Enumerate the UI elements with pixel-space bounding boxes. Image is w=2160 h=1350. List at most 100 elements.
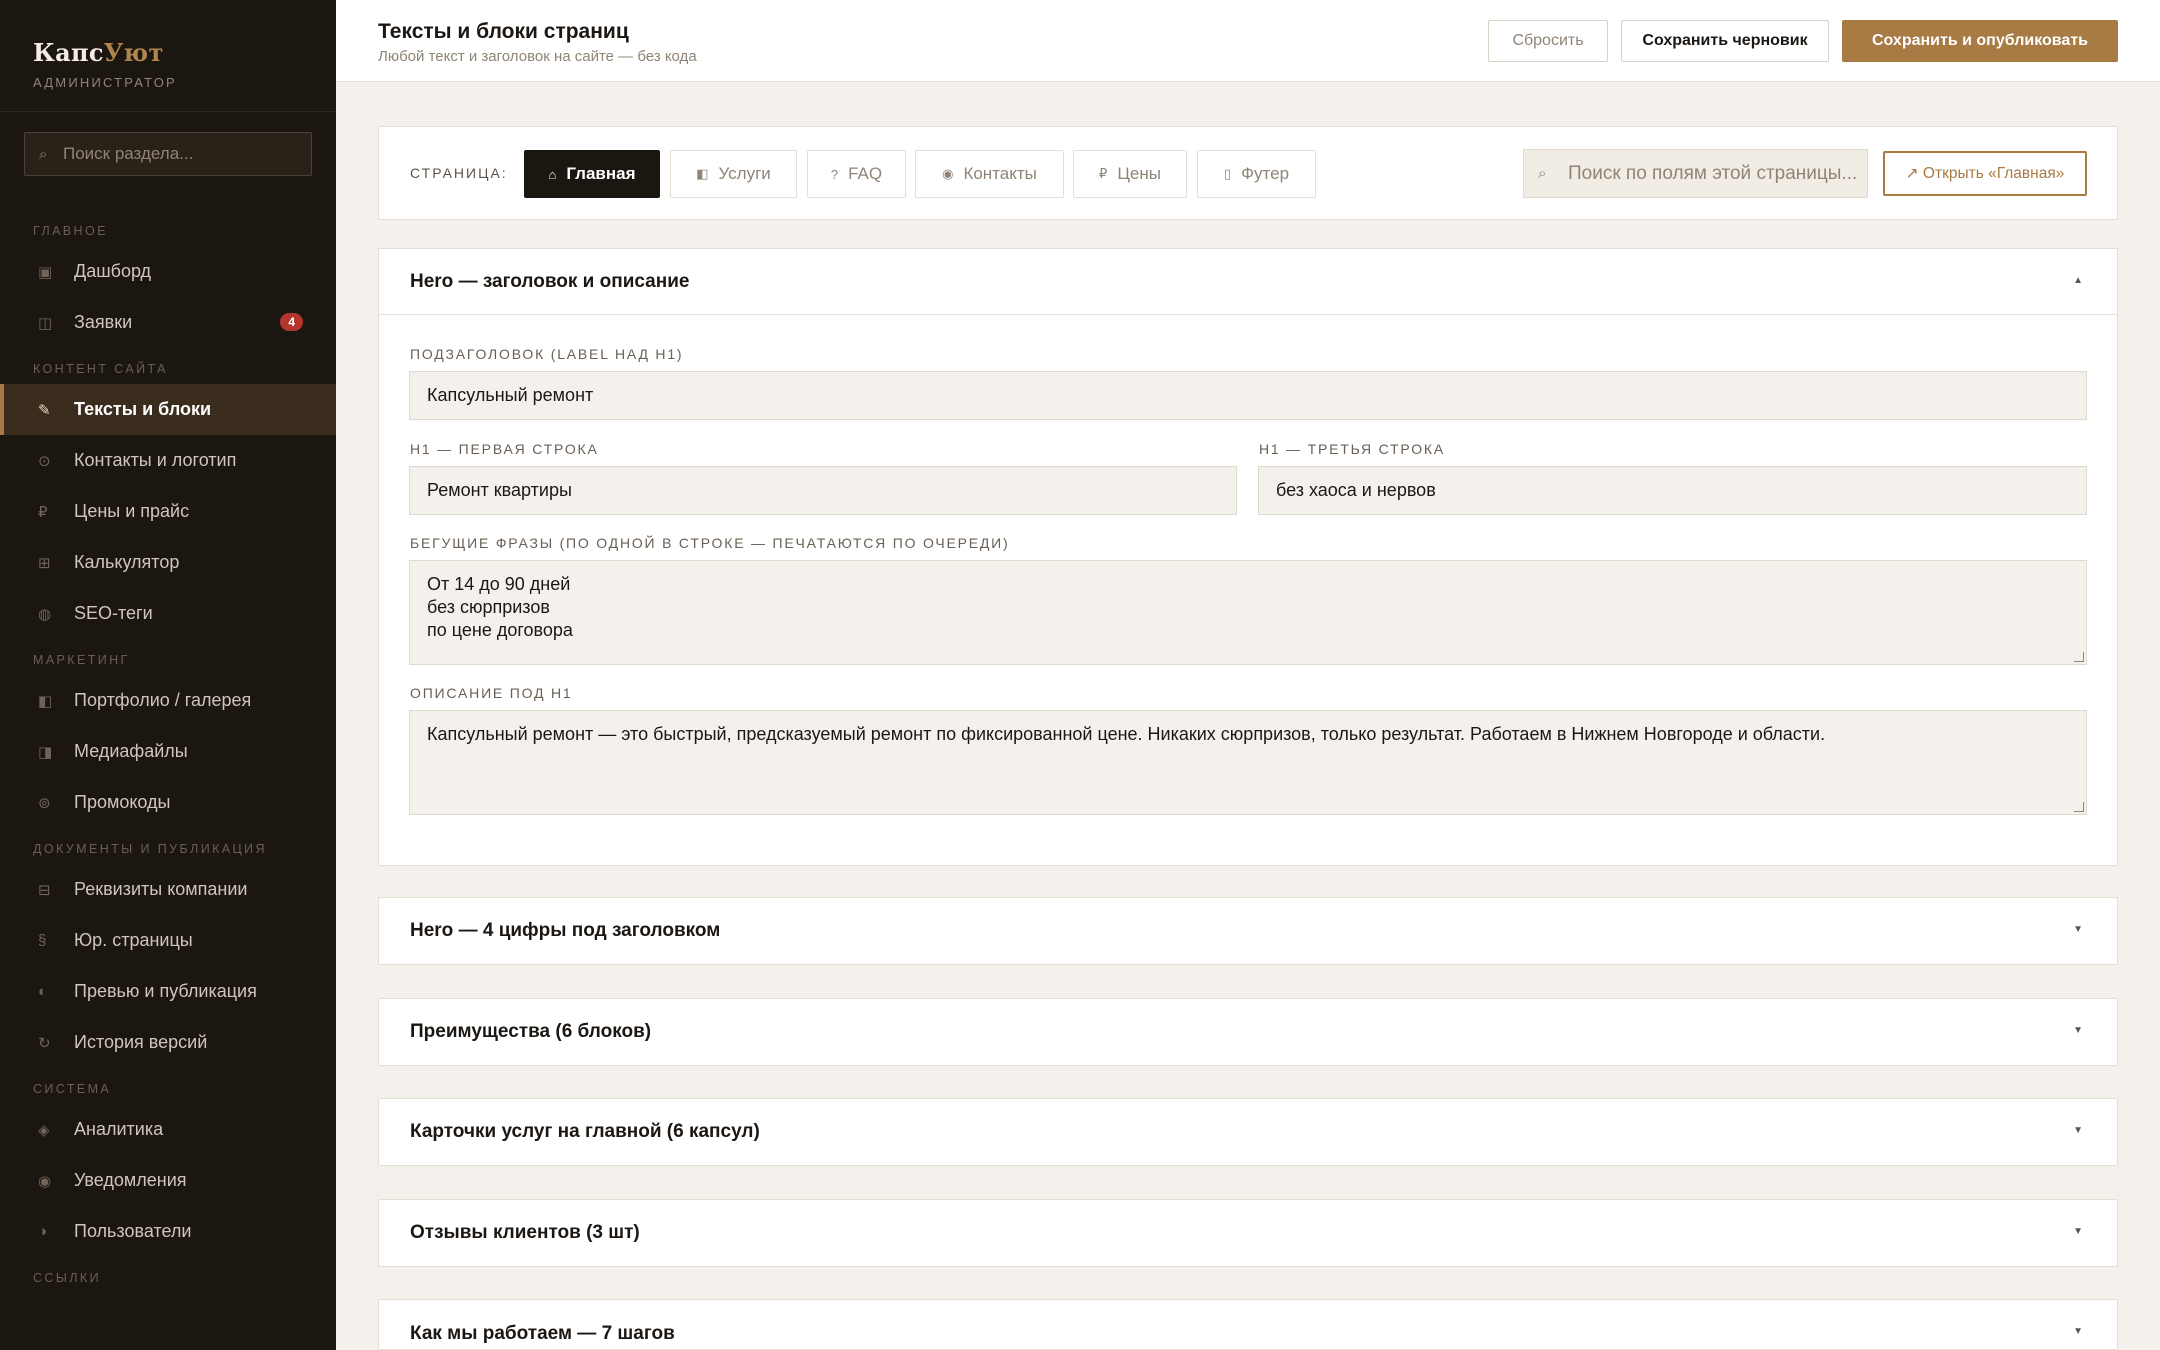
tab-label: Услуги bbox=[718, 164, 771, 183]
sidebar-search-placeholder: Поиск раздела... bbox=[63, 144, 194, 163]
sidebar-item-label: Портфолио / галерея bbox=[74, 690, 252, 710]
section-title: Hero — заголовок и описание bbox=[410, 270, 690, 292]
sidebar-item[interactable]: ◈ Аналитика bbox=[0, 1104, 336, 1155]
sidebar-item[interactable]: ₽ Цены и прайс bbox=[0, 486, 336, 537]
tab-label: Цены bbox=[1117, 164, 1161, 183]
nav-group-label: ССЫЛКИ bbox=[33, 1271, 101, 1285]
section-header[interactable]: Hero — 4 цифры под заголовком ▼ bbox=[379, 898, 2117, 964]
sidebar-item-label: Промокоды bbox=[74, 792, 171, 812]
topbar: Тексты и блоки страниц Любой текст и заг… bbox=[336, 0, 2160, 82]
nav-group-label: МАРКЕТИНГ bbox=[33, 653, 130, 667]
h1-third-input[interactable]: без хаоса и нервов bbox=[1258, 466, 2087, 515]
tab-prices[interactable]: ₽ Цены bbox=[1073, 150, 1187, 198]
sidebar-item[interactable]: ◐ Превью и публикация bbox=[0, 966, 336, 1017]
page-subtitle: Любой текст и заголовок на сайте — без к… bbox=[378, 48, 697, 65]
sidebar-item[interactable]: ◫ Заявки 4 bbox=[0, 297, 336, 348]
sidebar-item[interactable]: ◍ SEO-теги bbox=[0, 588, 336, 639]
contacts-tab-icon: ◉ bbox=[942, 166, 954, 181]
section-header[interactable]: Как мы работаем — 7 шагов ▼ bbox=[379, 1300, 2117, 1349]
users-icon: ◑ bbox=[38, 1223, 48, 1240]
sidebar-item[interactable]: ⊞ Калькулятор bbox=[0, 537, 336, 588]
dashboard-icon: ▣ bbox=[38, 263, 53, 281]
analytics-icon: ◈ bbox=[38, 1121, 50, 1139]
section-hero-stats[interactable]: Hero — 4 цифры под заголовком ▼ bbox=[378, 897, 2118, 965]
sidebar-item[interactable]: ⊙ Контакты и логотип bbox=[0, 435, 336, 486]
nav-group-label: СИСТЕМА bbox=[33, 1082, 112, 1096]
brand-logo[interactable]: КапсУют bbox=[33, 38, 336, 67]
preview-icon: ◐ bbox=[38, 983, 48, 1000]
pencil-icon: ✎ bbox=[38, 401, 51, 419]
sidebar-item-label: Аналитика bbox=[74, 1119, 164, 1139]
home-icon: ⌂ bbox=[548, 166, 557, 182]
brand-role: АДМИНИСТРАТОР bbox=[33, 75, 177, 90]
sidebar-item-label: Пользователи bbox=[74, 1221, 192, 1241]
chevron-down-icon[interactable]: ▼ bbox=[2073, 1025, 2083, 1036]
sidebar-item[interactable]: ⊚ Промокоды bbox=[0, 777, 336, 828]
requests-icon: ◫ bbox=[38, 314, 53, 332]
field-search-input[interactable]: ⌕ Поиск по полям этой страницы... bbox=[1523, 149, 1868, 198]
section-service-cards[interactable]: Карточки услуг на главной (6 капсул) ▼ bbox=[378, 1098, 2118, 1166]
sidebar-item[interactable]: § Юр. страницы bbox=[0, 915, 336, 966]
sidebar-item[interactable]: ◑ Пользователи bbox=[0, 1206, 336, 1257]
subheading-label: ПОДЗАГОЛОВОК (LABEL НАД H1) bbox=[410, 346, 684, 362]
nav-group-label: КОНТЕНТ САЙТА bbox=[33, 362, 168, 376]
question-icon: ? bbox=[830, 166, 839, 182]
tab-label: Футер bbox=[1241, 164, 1290, 183]
tab-main[interactable]: ⌂ Главная bbox=[524, 150, 660, 198]
tab-services[interactable]: ◧ Услуги bbox=[670, 150, 797, 198]
section-title: Отзывы клиентов (3 шт) bbox=[410, 1222, 640, 1243]
sidebar-item[interactable]: ⊟ Реквизиты компании bbox=[0, 864, 336, 915]
resize-handle[interactable] bbox=[2074, 652, 2084, 662]
phrases-text: От 14 до 90 дней без сюрпризов по цене д… bbox=[427, 574, 573, 640]
section-reviews[interactable]: Отзывы клиентов (3 шт) ▼ bbox=[378, 1199, 2118, 1267]
reset-button[interactable]: Сбросить bbox=[1488, 20, 1608, 62]
search-icon: ⌕ bbox=[1538, 165, 1547, 182]
sidebar-item[interactable]: ◉ Уведомления bbox=[0, 1155, 336, 1206]
field-search-placeholder: Поиск по полям этой страницы... bbox=[1568, 162, 1858, 184]
chevron-down-icon[interactable]: ▼ bbox=[2073, 924, 2083, 935]
sidebar-item[interactable]: ✎ Тексты и блоки bbox=[0, 384, 336, 435]
section-header[interactable]: Карточки услуг на главной (6 капсул) ▼ bbox=[379, 1099, 2117, 1165]
count-badge: 4 bbox=[280, 313, 303, 331]
sidebar-item[interactable]: ◧ Портфолио / галерея bbox=[0, 675, 336, 726]
description-textarea[interactable]: Капсульный ремонт — это быстрый, предска… bbox=[409, 710, 2087, 815]
save-draft-button[interactable]: Сохранить черновик bbox=[1621, 20, 1829, 62]
section-title: Преимущества (6 блоков) bbox=[410, 1021, 652, 1042]
page-title: Тексты и блоки страниц bbox=[378, 20, 629, 43]
nav-group-label: ГЛАВНОЕ bbox=[33, 224, 108, 238]
sidebar-item[interactable]: ▣ Дашборд bbox=[0, 246, 336, 297]
footer-icon: ▯ bbox=[1223, 166, 1232, 181]
h1-first-label: H1 — ПЕРВАЯ СТРОКА bbox=[410, 441, 599, 457]
tab-contacts[interactable]: ◉ Контакты bbox=[915, 150, 1064, 198]
sidebar-item[interactable]: ◨ Медиафайлы bbox=[0, 726, 336, 777]
sidebar-item-label: Заявки bbox=[74, 312, 133, 332]
tab-footer[interactable]: ▯ Футер bbox=[1197, 150, 1316, 198]
requisites-icon: ⊟ bbox=[38, 881, 51, 899]
chevron-down-icon[interactable]: ▼ bbox=[2073, 1125, 2083, 1136]
resize-handle[interactable] bbox=[2074, 802, 2084, 812]
chevron-up-icon[interactable]: ▲ bbox=[2073, 275, 2083, 286]
tab-faq[interactable]: ? FAQ bbox=[807, 150, 906, 198]
sidebar-item[interactable]: ↻ История версий bbox=[0, 1017, 336, 1068]
section-sign-icon: § bbox=[38, 932, 47, 949]
save-publish-button[interactable]: Сохранить и опубликовать bbox=[1842, 20, 2118, 62]
sidebar-item-label: Контакты и логотип bbox=[74, 450, 237, 470]
open-page-button[interactable]: ↗ Открыть «Главная» bbox=[1883, 151, 2087, 196]
chevron-down-icon[interactable]: ▼ bbox=[2073, 1226, 2083, 1237]
chevron-down-icon[interactable]: ▼ bbox=[2073, 1326, 2083, 1337]
section-header[interactable]: Преимущества (6 блоков) ▼ bbox=[379, 999, 2117, 1065]
sidebar-item-label: Уведомления bbox=[74, 1170, 187, 1190]
h1-third-label: H1 — ТРЕТЬЯ СТРОКА bbox=[1259, 441, 1446, 457]
h1-first-input[interactable]: Ремонт квартиры bbox=[409, 466, 1237, 515]
sidebar: КапсУют АДМИНИСТРАТОР ⌕ Поиск раздела...… bbox=[0, 0, 336, 1350]
phrases-textarea[interactable]: От 14 до 90 дней без сюрпризов по цене д… bbox=[409, 560, 2087, 665]
section-how-we-work[interactable]: Как мы работаем — 7 шагов ▼ bbox=[378, 1299, 2118, 1350]
sidebar-search-input[interactable]: ⌕ Поиск раздела... bbox=[24, 132, 312, 176]
hero-section: Hero — заголовок и описание ▲ ПОДЗАГОЛОВ… bbox=[378, 248, 2118, 866]
ruble-icon: ₽ bbox=[38, 503, 48, 521]
section-header[interactable]: Отзывы клиентов (3 шт) ▼ bbox=[379, 1200, 2117, 1266]
hero-section-header[interactable]: Hero — заголовок и описание ▲ bbox=[379, 249, 2117, 315]
promo-icon: ⊚ bbox=[38, 794, 51, 812]
subheading-input[interactable]: Капсульный ремонт bbox=[409, 371, 2087, 420]
section-advantages[interactable]: Преимущества (6 блоков) ▼ bbox=[378, 998, 2118, 1066]
